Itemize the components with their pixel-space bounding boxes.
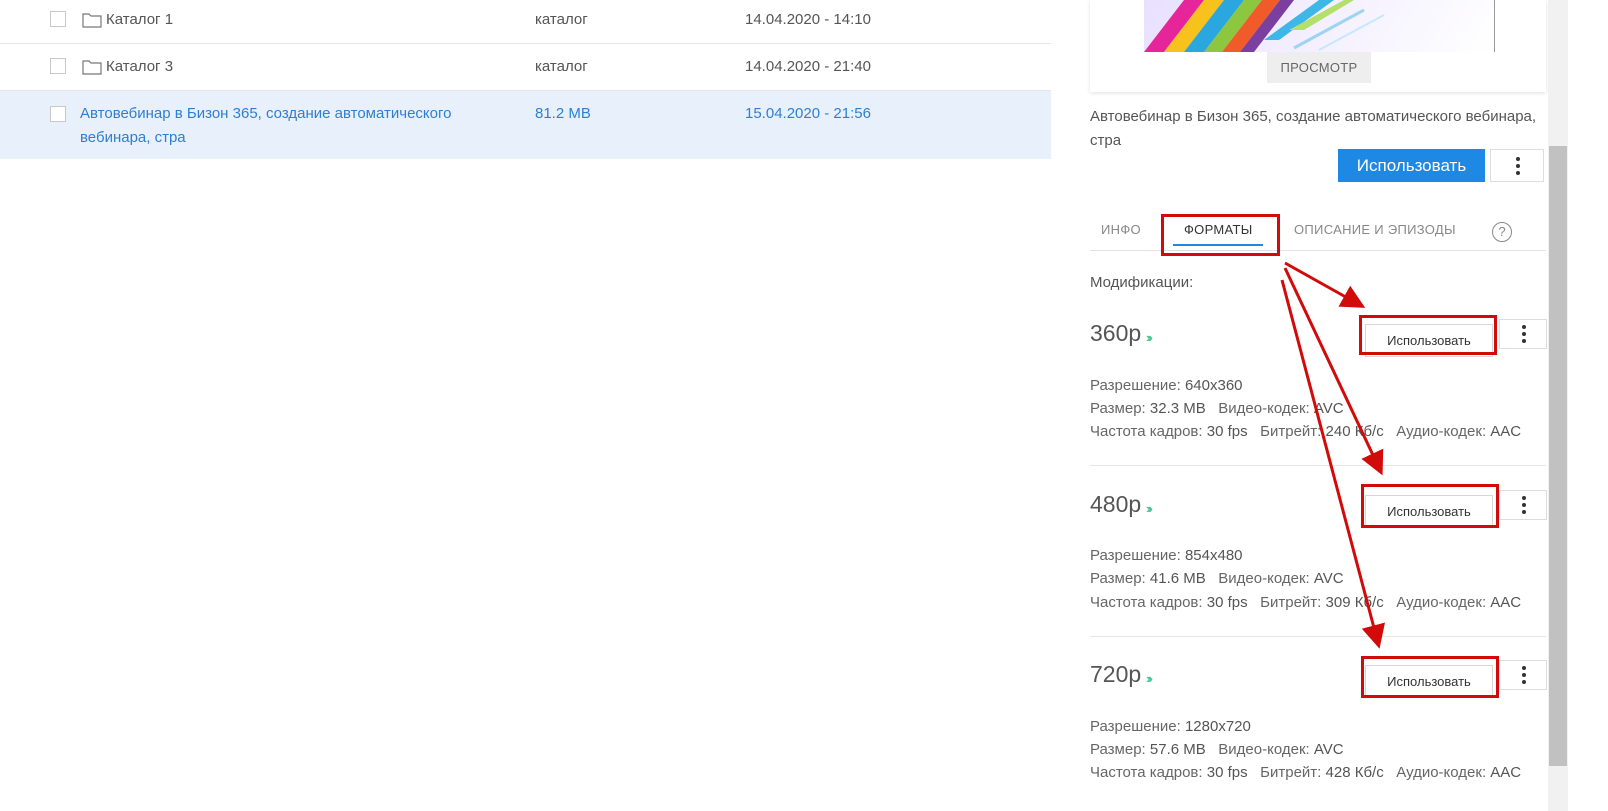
- file-row[interactable]: Каталог 1 каталог 14.04.2020 - 14:10: [0, 0, 1051, 44]
- video-thumbnail[interactable]: [1144, 0, 1495, 52]
- video-title: Автовебинар в Бизон 365, создание автома…: [1090, 108, 1537, 149]
- format-size-codec: Размер: 32.3 MB Видео-кодек: AVC: [1090, 400, 1344, 417]
- divider: [1090, 465, 1546, 466]
- row-checkbox[interactable]: [50, 11, 66, 27]
- format-more-button[interactable]: [1499, 660, 1547, 690]
- quality-arrows-icon: ›››: [1146, 330, 1153, 345]
- quality-arrows-icon: ›››: [1146, 671, 1153, 686]
- file-date: 15.04.2020 - 21:56: [745, 105, 871, 122]
- file-name[interactable]: Автовебинар в Бизон 365, создание автома…: [80, 102, 480, 150]
- quality-arrows-icon: ›››: [1146, 501, 1153, 516]
- file-type: каталог: [535, 58, 588, 75]
- file-type: каталог: [535, 11, 588, 28]
- details-panel: ПРОСМОТР Автовебинар в Бизон 365, создан…: [1052, 0, 1608, 811]
- format-fps-bitrate-audio: Частота кадров: 30 fps Битрейт: 309 Кб/с…: [1090, 594, 1522, 611]
- modifications-label: Модификации:: [1090, 274, 1194, 291]
- format-size-codec: Размер: 41.6 MB Видео-кодек: AVC: [1090, 570, 1344, 587]
- more-vertical-icon: [1522, 666, 1526, 687]
- row-checkbox[interactable]: [50, 106, 66, 122]
- preview-card: ПРОСМОТР: [1090, 0, 1546, 92]
- format-fps-bitrate-audio: Частота кадров: 30 fps Битрейт: 240 Кб/с…: [1090, 423, 1522, 440]
- format-resolution: Разрешение: 1280x720: [1090, 718, 1251, 735]
- annotation-highlight-use-360p: [1359, 315, 1497, 355]
- file-size: 81.2 MB: [535, 105, 591, 122]
- format-name: 720p: [1090, 661, 1142, 687]
- annotation-highlight-use-720p: [1361, 656, 1499, 698]
- file-row[interactable]: Каталог 3 каталог 14.04.2020 - 21:40: [0, 44, 1051, 91]
- help-icon[interactable]: ?: [1492, 222, 1512, 242]
- divider: [1090, 636, 1546, 637]
- more-vertical-icon: [1522, 325, 1526, 346]
- format-more-button[interactable]: [1499, 319, 1547, 349]
- format-name: 480p: [1090, 491, 1142, 517]
- format-more-button[interactable]: [1499, 490, 1547, 520]
- format-size-codec: Размер: 57.6 MB Видео-кодек: AVC: [1090, 741, 1344, 758]
- folder-icon: [82, 13, 102, 28]
- annotation-highlight-use-480p: [1361, 484, 1499, 528]
- file-name[interactable]: Каталог 1: [106, 8, 173, 32]
- format-resolution: Разрешение: 854x480: [1090, 547, 1243, 564]
- format-name: 360p: [1090, 320, 1142, 346]
- scrollbar-thumb[interactable]: [1549, 146, 1567, 766]
- tab-info[interactable]: ИНФО: [1101, 222, 1141, 237]
- more-vertical-icon: [1516, 157, 1520, 178]
- preview-button[interactable]: ПРОСМОТР: [1267, 52, 1371, 83]
- tab-description[interactable]: ОПИСАНИЕ И ЭПИЗОДЫ: [1294, 222, 1456, 237]
- row-checkbox[interactable]: [50, 58, 66, 74]
- folder-icon: [82, 60, 102, 75]
- more-menu-button[interactable]: [1490, 149, 1544, 182]
- file-row-selected[interactable]: Автовебинар в Бизон 365, создание автома…: [0, 91, 1051, 159]
- use-button[interactable]: Использовать: [1338, 149, 1485, 182]
- format-resolution: Разрешение: 640x360: [1090, 377, 1243, 394]
- tab-bar: ИНФО ФОРМАТЫ ОПИСАНИЕ И ЭПИЗОДЫ ?: [1090, 210, 1546, 251]
- file-name[interactable]: Каталог 3: [106, 55, 173, 79]
- format-fps-bitrate-audio: Частота кадров: 30 fps Битрейт: 428 Кб/с…: [1090, 764, 1522, 781]
- file-date: 14.04.2020 - 14:10: [745, 11, 871, 28]
- more-vertical-icon: [1522, 496, 1526, 517]
- annotation-highlight-formats-tab: [1161, 214, 1280, 256]
- file-date: 14.04.2020 - 21:40: [745, 58, 871, 75]
